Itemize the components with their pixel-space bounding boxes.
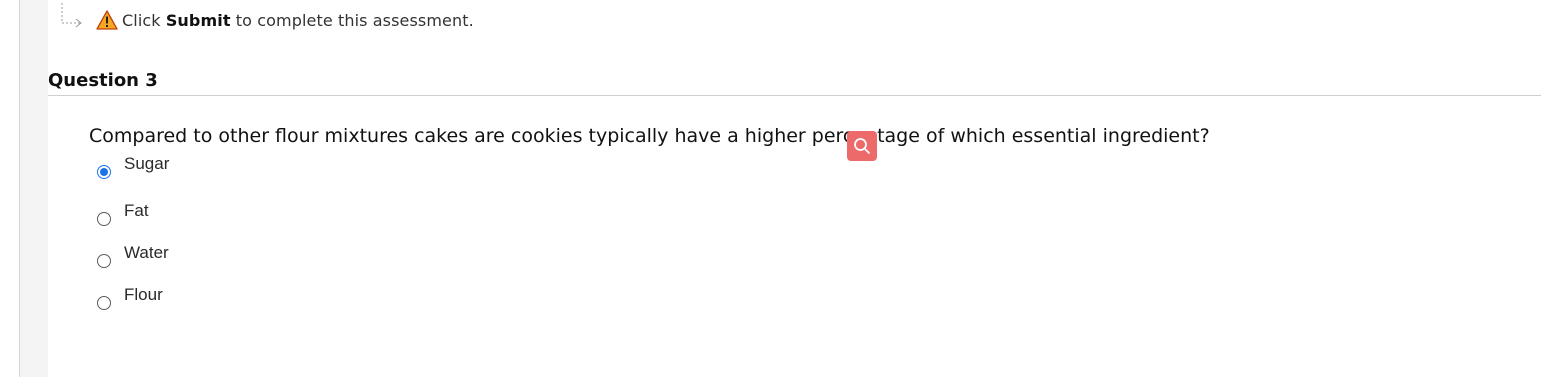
arrow-down-right-icon [61,3,82,28]
radio-water[interactable] [97,254,111,268]
left-strip [20,0,48,377]
search-icon [854,138,870,154]
option-label[interactable]: Fat [124,201,149,221]
warning-icon [96,10,118,30]
radio-fat[interactable] [97,212,111,226]
submit-notice: Click Submit to complete this assessment… [58,0,474,40]
notice-prefix: Click [122,10,161,30]
lens-search-button[interactable] [847,131,877,161]
option-fat[interactable]: Fat [96,191,169,233]
option-label[interactable]: Sugar [124,154,169,174]
notice-text: Click Submit to complete this assessment… [122,11,474,30]
question-title: Question 3 [48,70,158,91]
notice-submit-emphasis: Submit [165,10,231,30]
radio-sugar[interactable] [97,165,111,179]
radio-flour[interactable] [97,296,111,310]
left-gutter [0,0,20,377]
option-flour[interactable]: Flour [96,275,169,317]
option-label[interactable]: Flour [124,285,163,305]
answer-options: Sugar Fat Water Flour [96,149,169,317]
option-sugar[interactable]: Sugar [96,149,169,191]
assessment-page: Click Submit to complete this assessment… [0,0,1541,377]
notice-suffix: to complete this assessment. [235,10,474,30]
question-text: Compared to other flour mixtures cakes a… [89,125,1210,147]
question-divider [48,95,1541,96]
option-water[interactable]: Water [96,233,169,275]
option-label[interactable]: Water [124,243,169,263]
